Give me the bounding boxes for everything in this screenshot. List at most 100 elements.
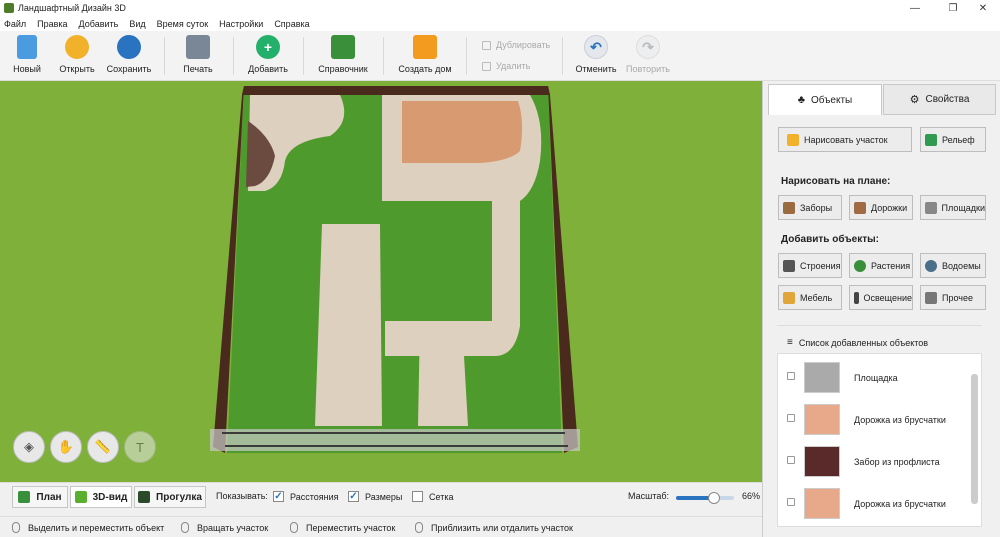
paths-button[interactable]: Дорожки [849, 195, 913, 220]
divider [777, 325, 982, 326]
checkbox-checked[interactable]: ✓ [273, 491, 284, 502]
reference-button[interactable]: Справочник [313, 35, 373, 74]
draw-plot-button[interactable]: Нарисовать участок [778, 127, 912, 152]
menu-time-of-day[interactable]: Время суток [157, 19, 209, 29]
paving-thumbnail [804, 488, 840, 519]
mountain-icon [925, 133, 937, 146]
lamp-icon [854, 291, 859, 304]
furniture-button[interactable]: Мебель [778, 285, 842, 310]
gear-icon: ⚙ [909, 94, 920, 106]
menu-bar: Файл Правка Добавить Вид Время суток Нас… [0, 16, 1000, 31]
pond-icon [925, 259, 937, 272]
create-house-button[interactable]: Создать дом [395, 35, 455, 74]
sizes-checkbox[interactable]: ✓ Размеры [348, 491, 402, 502]
lock-icon[interactable] [787, 414, 795, 422]
menu-file[interactable]: Файл [4, 19, 26, 29]
checkbox-unchecked[interactable] [412, 491, 423, 502]
building-icon [783, 259, 795, 272]
zoom-label: Масштаб: [628, 491, 670, 501]
redo-button[interactable]: ↷ Повторить [618, 35, 678, 74]
menu-add[interactable]: Добавить [79, 19, 119, 29]
buildings-button[interactable]: Строения [778, 253, 842, 278]
menu-help[interactable]: Справка [274, 19, 309, 29]
walk-view-button[interactable]: Прогулка [134, 486, 206, 508]
close-button[interactable]: ✕ [966, 0, 1000, 16]
menu-view[interactable]: Вид [129, 19, 145, 29]
title-bar: Ландшафтный Дизайн 3D — ❐ ✕ [0, 0, 1000, 16]
lock-icon[interactable] [787, 372, 795, 380]
menu-settings[interactable]: Настройки [219, 19, 263, 29]
menu-edit[interactable]: Правка [37, 19, 67, 29]
ponds-button[interactable]: Водоемы [920, 253, 986, 278]
fences-button[interactable]: Заборы [778, 195, 842, 220]
toolbar-separator [164, 37, 165, 75]
lock-icon[interactable] [787, 456, 795, 464]
checkbox-checked[interactable]: ✓ [348, 491, 359, 502]
save-button[interactable]: Сохранить [99, 35, 159, 74]
garden-3d-scene[interactable] [0, 81, 762, 482]
app-logo-icon [4, 3, 14, 13]
open-button[interactable]: Открыть [47, 35, 107, 74]
grid-checkbox[interactable]: Сетка [412, 491, 453, 502]
zoom-slider-thumb[interactable] [708, 492, 721, 504]
status-hint-move: Переместить участок [290, 522, 395, 533]
pan-view-tool[interactable]: ✋ [50, 431, 82, 463]
list-item[interactable]: Забор из профлиста [778, 442, 968, 482]
lighting-button[interactable]: Освещение [849, 285, 913, 310]
3d-view-button[interactable]: 3D-вид [70, 486, 132, 508]
toolbar-separator [562, 37, 563, 75]
platforms-button[interactable]: Площадки [920, 195, 986, 220]
add-button[interactable]: + Добавить [238, 35, 298, 74]
folder-icon [65, 35, 89, 59]
view-controls-bar: План 3D-вид Прогулка Показывать: ✓ Расст… [0, 482, 762, 516]
fence-back [242, 86, 550, 95]
rotate-view-tool[interactable]: ◈ [13, 431, 45, 463]
pencil-icon [787, 133, 799, 146]
zoom-slider[interactable] [676, 492, 734, 504]
minimize-button[interactable]: — [898, 0, 932, 16]
list-item[interactable]: Дорожка из брусчатки [778, 400, 968, 440]
printer-icon [186, 35, 210, 59]
fence-icon [783, 201, 795, 214]
text-icon: T [136, 439, 144, 455]
list-item[interactable]: Площадка [778, 358, 968, 398]
toolbar-separator [303, 37, 304, 75]
plan-view-button[interactable]: План [12, 486, 68, 508]
plants-button[interactable]: Растения [849, 253, 913, 278]
delete-button[interactable]: Удалить [482, 61, 530, 71]
other-button[interactable]: Прочее [920, 285, 986, 310]
relief-button[interactable]: Рельеф [920, 127, 986, 152]
tree-icon [854, 259, 866, 272]
platform-icon [925, 201, 937, 214]
undo-button[interactable]: ↶ Отменить [566, 35, 626, 74]
path-icon [854, 201, 866, 214]
object-list[interactable]: Площадка Дорожка из брусчатки Забор из п… [777, 353, 982, 527]
measure-tool[interactable]: 📏 [87, 431, 119, 463]
object-list-heading: ≡ Список добавленных объектов [787, 337, 929, 348]
trash-icon [482, 61, 491, 71]
tree-icon: ♣ [797, 94, 805, 106]
redo-icon: ↷ [636, 35, 660, 59]
print-button[interactable]: Печать [168, 35, 228, 74]
duplicate-button[interactable]: Дублировать [482, 40, 550, 50]
maximize-button[interactable]: ❐ [936, 0, 970, 16]
distances-checkbox[interactable]: ✓ Расстояния [273, 491, 338, 502]
mouse-middle-icon [290, 522, 298, 533]
3d-viewport[interactable]: ◈ ✋ 📏 T [0, 81, 762, 482]
tab-properties[interactable]: ⚙ Свойства [883, 84, 996, 115]
walk-icon [138, 491, 151, 503]
list-scrollbar[interactable] [971, 374, 978, 504]
lock-icon[interactable] [787, 498, 795, 506]
walkway [418, 321, 468, 426]
text-tool[interactable]: T [124, 431, 156, 463]
list-item[interactable]: Дорожка из брусчатки [778, 484, 968, 524]
toolbar-separator [466, 37, 467, 75]
stack-icon: ≡ [787, 337, 793, 348]
status-bar: Выделить и переместить объект Вращать уч… [0, 516, 762, 537]
tab-objects[interactable]: ♣ Объекты [768, 84, 882, 115]
layers-icon: ◈ [24, 439, 34, 454]
chair-icon [783, 291, 795, 304]
show-label: Показывать: [216, 491, 268, 501]
undo-icon: ↶ [584, 35, 608, 59]
add-objects-heading: Добавить объекты: [781, 234, 879, 245]
